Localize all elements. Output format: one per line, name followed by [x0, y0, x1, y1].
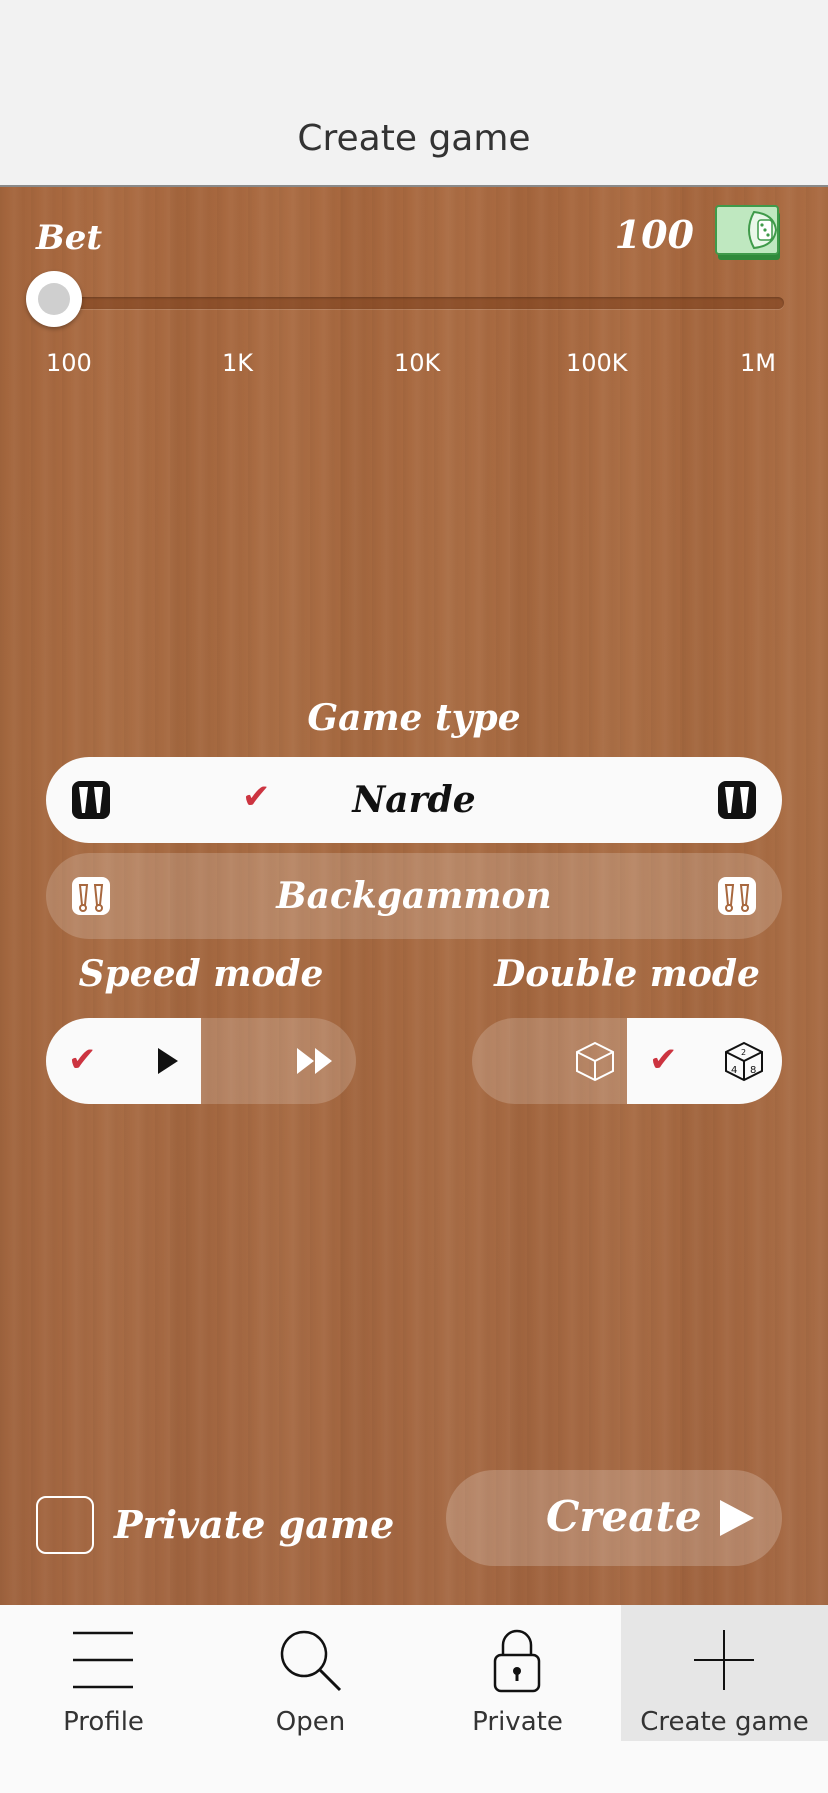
speed-mode-toggle: ✔ [46, 1018, 356, 1104]
page-title: Create game [297, 118, 531, 159]
play-icon [720, 1500, 754, 1536]
double-mode-label: Double mode [494, 953, 760, 995]
bet-tick-100: 100 [46, 349, 92, 377]
bet-value: 100 [614, 212, 694, 257]
bet-tick-1k: 1K [222, 349, 254, 377]
nav-label-profile: Profile [63, 1707, 144, 1737]
double-mode-on[interactable]: ✔ 4 8 2 [627, 1018, 782, 1104]
private-game-label[interactable]: Private game [114, 1502, 394, 1547]
narde-checkers-icon [718, 781, 756, 819]
double-mode-toggle: ✔ 4 8 2 [472, 1018, 782, 1104]
bet-tick-10k: 10K [394, 349, 441, 377]
create-button[interactable]: Create [446, 1470, 782, 1566]
search-icon [280, 1630, 342, 1692]
plain-die-icon [576, 1041, 614, 1082]
double-mode-off[interactable] [472, 1018, 627, 1104]
doubling-cube-icon: 4 8 2 [725, 1041, 763, 1082]
money-icon [715, 205, 780, 260]
bet-tick-1m: 1M [740, 349, 776, 377]
nav-label-create-game: Create game [640, 1707, 809, 1737]
speed-mode-fast[interactable] [201, 1018, 356, 1104]
speed-mode-label: Speed mode [78, 953, 324, 995]
play-icon [158, 1048, 178, 1074]
checkmark-icon: ✔ [649, 1040, 678, 1080]
checkmark-icon: ✔ [68, 1040, 97, 1080]
plus-icon [694, 1630, 754, 1690]
nav-label-open: Open [275, 1707, 346, 1737]
nav-item-open[interactable]: Open [207, 1605, 414, 1741]
fast-forward-icon [297, 1048, 332, 1074]
lock-icon [493, 1629, 541, 1693]
nav-item-private[interactable]: Private [414, 1605, 621, 1741]
game-type-option-backgammon[interactable]: Backgammon [46, 853, 782, 939]
game-type-label: Game type [307, 697, 521, 739]
speed-mode-normal[interactable]: ✔ [46, 1018, 201, 1104]
nav-label-private: Private [472, 1707, 563, 1737]
bet-tick-100k: 100K [566, 349, 628, 377]
bottom-navigation: Profile Open Private Create game [0, 1605, 828, 1793]
header-bar: Create game [0, 0, 828, 187]
nav-item-profile[interactable]: Profile [0, 1605, 207, 1741]
bet-slider-track[interactable] [54, 297, 784, 309]
game-type-option-narde[interactable]: ✔ Narde [46, 757, 782, 843]
svg-text:4: 4 [731, 1065, 737, 1076]
bet-slider-thumb[interactable] [26, 271, 82, 327]
private-game-checkbox[interactable] [36, 1496, 94, 1554]
game-type-label-narde: Narde [352, 779, 476, 821]
svg-text:2: 2 [741, 1048, 746, 1057]
create-button-label: Create [546, 1492, 702, 1541]
bet-label: Bet [36, 218, 103, 258]
nav-item-create-game[interactable]: Create game [621, 1605, 828, 1741]
game-type-label-backgammon: Backgammon [276, 875, 552, 917]
menu-icon [73, 1631, 133, 1689]
svg-text:8: 8 [750, 1065, 756, 1076]
backgammon-checkers-icon [718, 877, 756, 915]
